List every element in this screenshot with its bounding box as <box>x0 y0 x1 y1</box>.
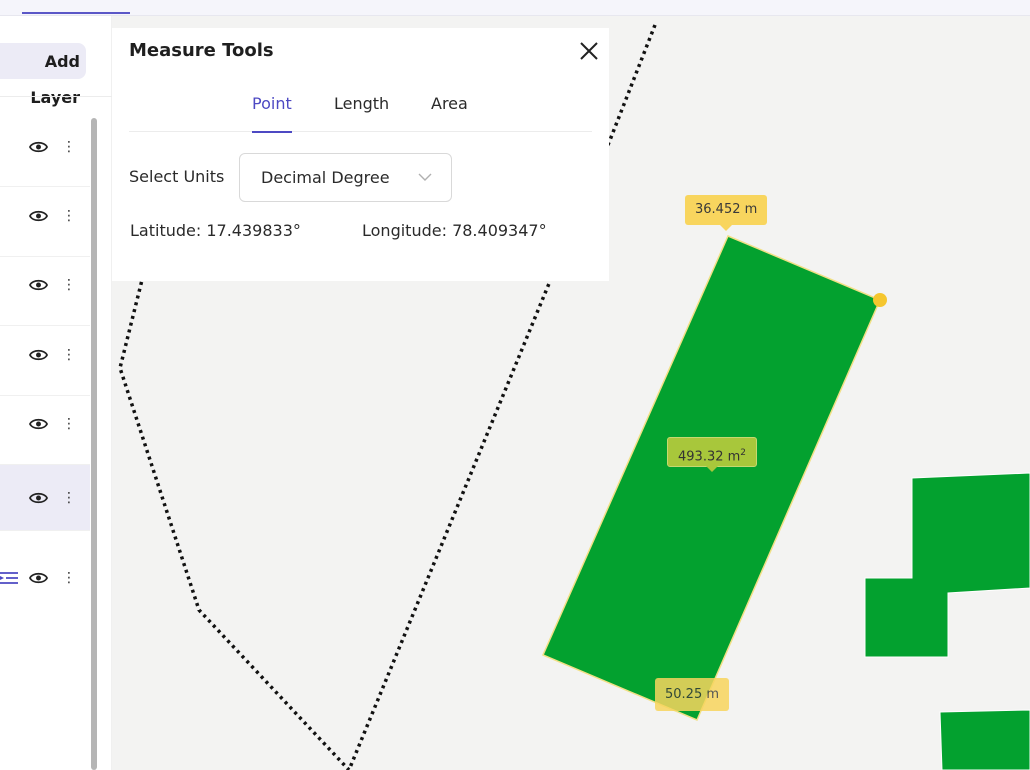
tab-length[interactable]: Length <box>334 94 389 132</box>
vertex-handle[interactable] <box>873 293 887 307</box>
layer-row[interactable]: ⋮ <box>0 546 90 615</box>
layer-row[interactable]: ⋮ <box>0 188 90 257</box>
layer-row-selected[interactable]: ⋮ <box>0 465 90 531</box>
measured-parcel[interactable] <box>542 235 881 721</box>
top-edge-length-label: 36.452 m <box>685 195 768 231</box>
units-select[interactable]: Decimal Degree <box>239 153 452 202</box>
top-nav-bar <box>0 0 1030 16</box>
more-options-icon[interactable]: ⋮ <box>62 347 76 363</box>
layer-row[interactable]: ⋮ <box>0 396 90 465</box>
bottom-edge-length-label: 50.25 m <box>655 678 730 711</box>
latitude-readout: Latitude: 17.439833° <box>130 221 301 240</box>
measure-tabs: Point Length Area <box>129 92 592 133</box>
tab-area[interactable]: Area <box>431 94 468 132</box>
select-units-label: Select Units <box>129 167 225 186</box>
more-options-icon[interactable]: ⋮ <box>62 570 76 586</box>
more-options-icon[interactable]: ⋮ <box>62 490 76 506</box>
longitude-value: 78.409347° <box>452 221 547 240</box>
more-options-icon[interactable]: ⋮ <box>62 277 76 293</box>
divider <box>0 96 112 97</box>
latitude-label: Latitude: <box>130 221 202 240</box>
longitude-readout: Longitude: 78.409347° <box>362 221 547 240</box>
eye-icon[interactable] <box>29 278 48 292</box>
more-options-icon[interactable]: ⋮ <box>62 208 76 224</box>
eye-icon[interactable] <box>29 417 48 431</box>
longitude-label: Longitude: <box>362 221 447 240</box>
layer-row[interactable]: ⋮ <box>0 327 90 396</box>
active-tab-indicator <box>22 12 130 14</box>
eye-icon[interactable] <box>29 571 48 585</box>
latitude-value: 17.439833° <box>206 221 301 240</box>
close-icon[interactable] <box>578 40 600 62</box>
area-unit-superscript: 2 <box>740 448 747 458</box>
add-layer-button[interactable]: Add Layer <box>0 43 86 107</box>
measure-tools-panel: Measure Tools Point Length Area Select U… <box>112 28 609 281</box>
eye-icon[interactable] <box>29 209 48 223</box>
more-options-icon[interactable]: ⋮ <box>62 416 76 432</box>
layers-panel: Add Layer ⋮ ⋮ ⋮ ⋮ ⋮ ⋮ ⋮ <box>0 16 112 770</box>
eye-icon[interactable] <box>29 348 48 362</box>
more-options-icon[interactable]: ⋮ <box>62 139 76 155</box>
chevron-down-icon <box>418 173 432 181</box>
layer-row[interactable]: ⋮ <box>0 257 90 326</box>
eye-icon[interactable] <box>29 491 48 505</box>
area-value: 493.32 m <box>678 449 741 465</box>
layer-row[interactable]: ⋮ <box>0 118 90 187</box>
units-select-value: Decimal Degree <box>261 168 390 187</box>
eye-icon[interactable] <box>29 140 48 154</box>
parcel-shape[interactable] <box>939 709 1030 770</box>
scrollbar[interactable] <box>91 118 97 770</box>
legend-icon[interactable] <box>0 571 20 585</box>
panel-title: Measure Tools <box>129 40 274 61</box>
parcel-shape[interactable] <box>864 472 1030 658</box>
tab-point[interactable]: Point <box>252 94 292 133</box>
area-label: 493.32 m2 <box>667 437 758 472</box>
